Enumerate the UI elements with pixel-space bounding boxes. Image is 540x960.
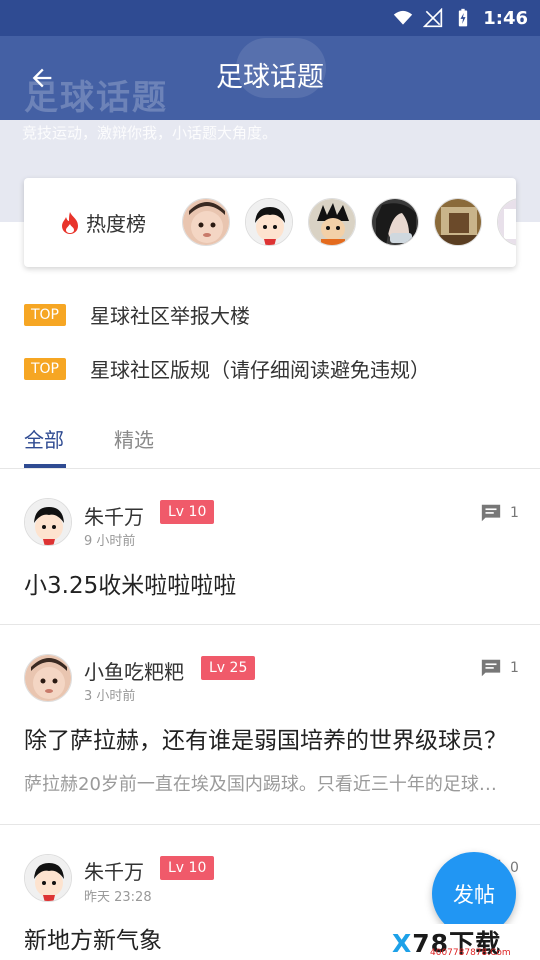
post-title[interactable]: 小3.25收米啦啦啦啦 [24, 566, 514, 600]
level-badge: Lv 25 [201, 656, 256, 680]
pinned-title: 星球社区举报大楼 [90, 304, 250, 328]
pinned-item[interactable]: TOP 星球社区版规（请仔细阅读避免违规） [24, 354, 430, 383]
comment-count-text: 1 [510, 505, 519, 521]
post-item[interactable]: 小鱼吃粑粑 Lv 25 3 小时前 1 除了萨拉赫，还有谁是弱国培养的世界级球员… [0, 625, 540, 825]
battery-charging-icon [459, 8, 468, 27]
comment-count[interactable]: 1 [480, 657, 519, 679]
avatar[interactable] [308, 198, 356, 246]
post-title[interactable]: 除了萨拉赫，还有谁是弱国培养的世界级球员？ [24, 721, 514, 755]
hot-list-card[interactable]: 热度榜 [24, 178, 516, 267]
top-badge: TOP [24, 303, 66, 326]
hot-avatars [182, 198, 516, 246]
watermark-url: 4007787878.Com [430, 948, 511, 958]
top-badge: TOP [24, 357, 66, 380]
comment-icon [481, 659, 501, 677]
comment-count-text: 0 [510, 860, 519, 876]
pinned-title: 星球社区版规（请仔细阅读避免违规） [90, 358, 430, 382]
avatar[interactable] [434, 198, 482, 246]
comment-count-text: 1 [510, 660, 519, 676]
topic-subtitle: 竞技运动，激辩你我，小话题大角度。 [22, 124, 278, 142]
avatar[interactable] [182, 198, 230, 246]
hot-list-label: 热度榜 [60, 208, 146, 237]
post-author[interactable]: 朱千万 [84, 856, 144, 885]
comment-icon [481, 504, 501, 522]
status-bar: 1:46 [0, 0, 540, 36]
no-signal-icon [423, 8, 443, 28]
post-author[interactable]: 小鱼吃粑粑 [84, 656, 184, 685]
pinned-item[interactable]: TOP 星球社区举报大楼 [24, 300, 250, 329]
tab-featured[interactable]: 精选 [114, 424, 154, 453]
avatar[interactable] [497, 198, 516, 246]
tab-bar: 全部 精选 [0, 414, 540, 469]
post-item[interactable]: 朱千万 Lv 10 9 小时前 1 小3.25收米啦啦啦啦 [0, 470, 540, 625]
avatar[interactable] [24, 654, 72, 702]
post-time: 3 小时前 [84, 689, 136, 704]
watermark: X78下载 4007787878.Com [386, 924, 540, 960]
avatar[interactable] [24, 854, 72, 902]
hot-list-text: 热度榜 [86, 212, 146, 236]
avatar[interactable] [371, 198, 419, 246]
post-excerpt[interactable]: 萨拉赫20岁前一直在埃及国内踢球。只看近三十年的足球史，还有谁？ [24, 770, 514, 796]
post-time: 昨天 23:28 [84, 890, 152, 905]
level-badge: Lv 10 [160, 500, 215, 524]
avatar[interactable] [24, 498, 72, 546]
post-author[interactable]: 朱千万 [84, 501, 144, 530]
tab-indicator [24, 464, 66, 468]
post-time: 9 小时前 [84, 534, 136, 549]
screen: 1:46 足球话题 竞技运动，激辩你我，小话题大角度。 足球话题 热度榜 TOP… [0, 0, 540, 960]
fire-icon [62, 211, 78, 234]
level-badge: Lv 10 [160, 856, 215, 880]
wifi-icon [394, 10, 413, 25]
comment-count[interactable]: 1 [480, 502, 519, 524]
tab-all[interactable]: 全部 [24, 424, 64, 453]
avatar[interactable] [245, 198, 293, 246]
page-title: 足球话题 [216, 62, 324, 93]
status-time: 1:46 [483, 7, 528, 29]
